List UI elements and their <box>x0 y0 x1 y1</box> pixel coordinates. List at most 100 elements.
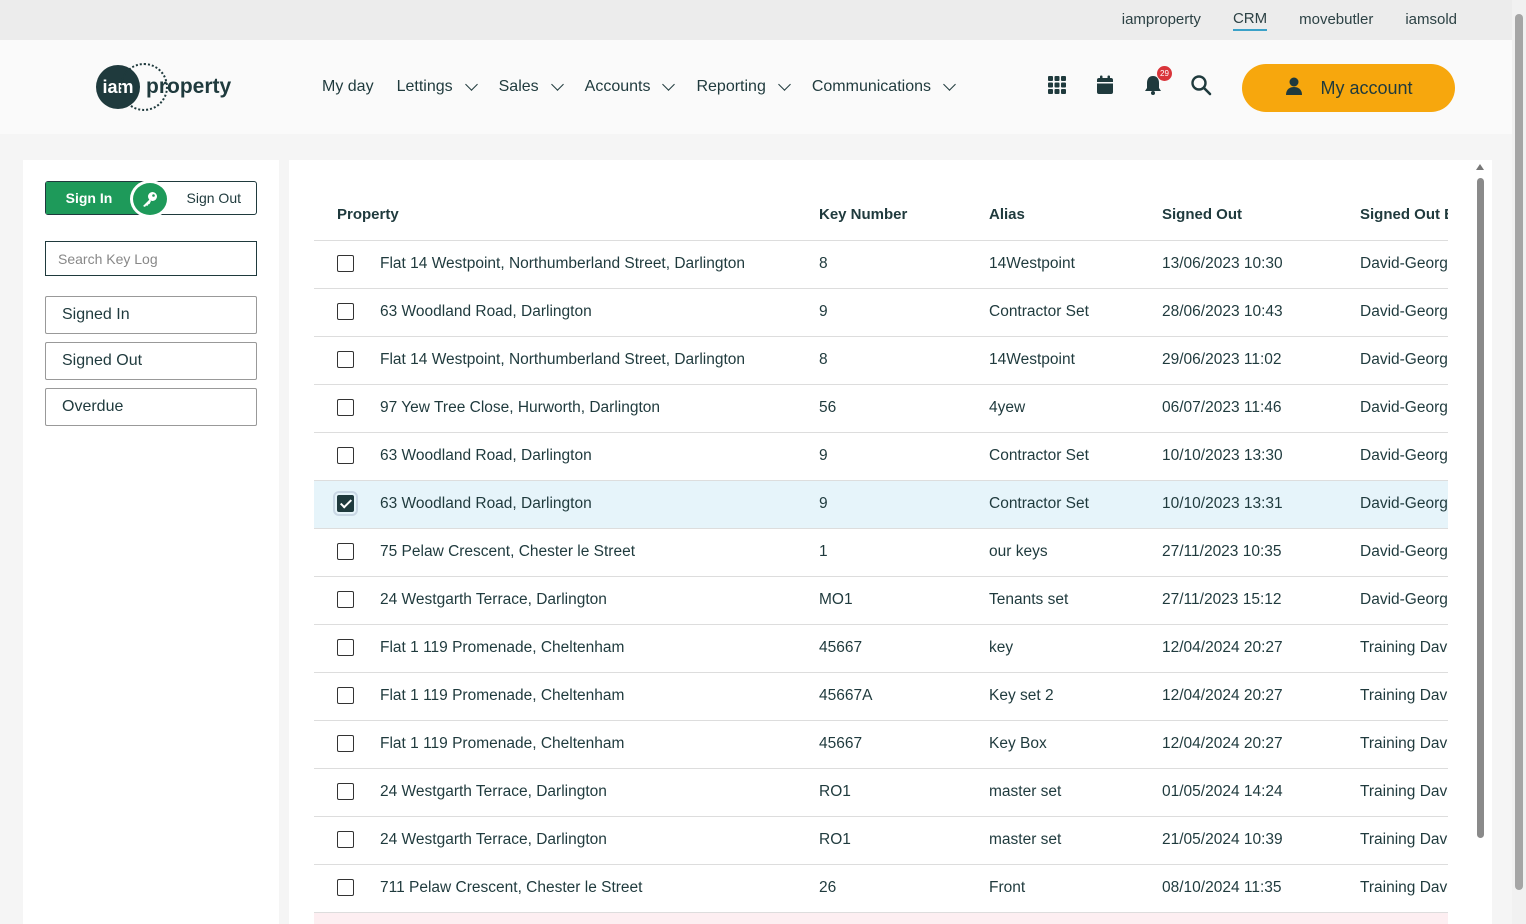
cell-signed-out: 12/04/2024 20:27 <box>1162 672 1360 721</box>
cell-key-number: MO1 <box>819 576 989 625</box>
column-header-signed-out[interactable]: Signed Out <box>1162 189 1360 241</box>
row-select-cell <box>314 384 380 433</box>
table-row[interactable]: 24 Westgarth Terrace, Darlington RO1 maste… <box>314 816 1448 865</box>
cell-key-number: 45667A <box>819 672 989 721</box>
row-checkbox[interactable] <box>333 491 358 517</box>
cell-signed-out: 08/10/2024 11:35 <box>1162 864 1360 913</box>
cell-signed-out: 06/07/2023 11:46 <box>1162 384 1360 433</box>
nav-lettings[interactable]: Lettings <box>396 78 478 96</box>
cell-alias: Front <box>989 864 1162 913</box>
key-log-filter-panel: Sign In Sign Out Signed In Signed Out Ov… <box>23 160 279 924</box>
row-checkbox[interactable] <box>337 639 354 657</box>
cell-property: 63 Woodland Road, Darlington <box>380 432 819 481</box>
row-select-cell <box>314 288 380 337</box>
cell-signed-out: 21/05/2024 10:39 <box>1162 816 1360 865</box>
main-header: iam property My day Lettings Sales Accou… <box>0 40 1512 134</box>
cell-key-number: 45667 <box>819 624 989 673</box>
row-select-cell <box>314 240 380 289</box>
page-scrollbar-thumb[interactable] <box>1515 14 1523 890</box>
nav-accounts[interactable]: Accounts <box>585 78 676 96</box>
column-header-alias[interactable]: Alias <box>989 189 1162 241</box>
row-checkbox[interactable] <box>337 879 354 897</box>
cell-key-number: 9 <box>819 288 989 337</box>
key-icon <box>130 180 170 218</box>
table-row[interactable]: Flat 1 119 Promenade, Cheltenham 45667 Key… <box>314 720 1448 769</box>
top-link-iamsold[interactable]: iamsold <box>1405 11 1457 30</box>
my-account-button[interactable]: My account <box>1242 64 1455 112</box>
row-select-cell <box>314 624 380 673</box>
column-header-property[interactable]: Property <box>314 189 819 241</box>
cell-property: 97 Yew Tree Close, Hurworth, Darlington <box>380 384 819 433</box>
filter-signed-in-button[interactable]: Signed In <box>45 296 257 334</box>
nav-my-day[interactable]: My day <box>322 78 374 96</box>
cell-alias: our keys <box>989 528 1162 577</box>
nav-label: Lettings <box>396 78 453 95</box>
row-checkbox[interactable] <box>337 255 354 273</box>
table-row[interactable]: 75 Pelaw Crescent, Chester le Street 1 our… <box>314 528 1448 577</box>
row-checkbox[interactable] <box>337 783 354 801</box>
row-checkbox[interactable] <box>337 399 354 417</box>
cell-alias: Contractor Set <box>989 288 1162 337</box>
scroll-up-arrow-icon[interactable] <box>1476 164 1484 170</box>
top-link-iamproperty[interactable]: iamproperty <box>1122 11 1201 30</box>
filter-overdue-button[interactable]: Overdue <box>45 388 257 426</box>
search-key-log-input[interactable] <box>45 241 257 276</box>
row-select-cell <box>314 864 380 913</box>
my-account-label: My account <box>1320 77 1413 98</box>
cell-property: Flat 14 Westpoint, Northumberland Street… <box>380 336 819 385</box>
table-header-row: Property Key Number Alias Signed Out Sig… <box>314 189 1448 241</box>
top-link-crm[interactable]: CRM <box>1232 10 1268 31</box>
top-link-movebutler[interactable]: movebutler <box>1299 11 1373 30</box>
table-scrollbar[interactable] <box>1476 160 1485 924</box>
table-row[interactable]: 63 Woodland Road, Darlington 9 Contractor … <box>314 480 1448 529</box>
row-checkbox[interactable] <box>337 591 354 609</box>
row-checkbox[interactable] <box>337 831 354 849</box>
nav-reporting[interactable]: Reporting <box>696 78 791 96</box>
table-scrollbar-thumb[interactable] <box>1477 178 1484 838</box>
column-header-key-number[interactable]: Key Number <box>819 189 989 241</box>
nav-communications[interactable]: Communications <box>811 78 956 96</box>
table-row[interactable]: 97 Yew Tree Close, Hurworth, Darlington 5… <box>314 384 1448 433</box>
apps-grid-icon[interactable] <box>1046 74 1068 96</box>
table-row[interactable]: 711 Pelaw Crescent, Chester le Street 26 F… <box>314 864 1448 913</box>
table-row[interactable]: 63 Woodland Road, Darlington 9 Contractor … <box>314 288 1448 337</box>
nav-sales[interactable]: Sales <box>499 78 564 96</box>
cell-signed-out-by: David-George <box>1360 288 1448 337</box>
cell-signed-out: 27/11/2023 10:35 <box>1162 528 1360 577</box>
notification-badge: 29 <box>1157 66 1172 81</box>
row-checkbox[interactable] <box>337 543 354 561</box>
table-row[interactable]: Flat 1 119 Promenade, Cheltenham 45667 key… <box>314 624 1448 673</box>
column-header-signed-out-by[interactable]: Signed Out By <box>1360 189 1448 241</box>
nav-label: Communications <box>811 78 931 95</box>
table-row[interactable]: 24 Westgarth Terrace, Darlington RO1 maste… <box>314 768 1448 817</box>
sign-in-out-toggle[interactable]: Sign In Sign Out <box>45 180 257 218</box>
table-row[interactable]: 24 Westgarth Terrace, Darlington MO1 Tenan… <box>314 576 1448 625</box>
cell-signed-out: 27/11/2023 15:12 <box>1162 576 1360 625</box>
cell-key-number: 56 <box>819 384 989 433</box>
row-checkbox[interactable] <box>337 447 354 465</box>
row-checkbox[interactable] <box>337 303 354 321</box>
cell-signed-out-by: Training Dave <box>1360 816 1448 865</box>
page-scrollbar[interactable] <box>1512 0 1526 924</box>
logo[interactable]: iam property <box>96 63 231 111</box>
table-row[interactable]: 63 Woodland Road, Darlington 9 Contractor … <box>314 432 1448 481</box>
chevron-down-icon <box>662 78 676 91</box>
cell-key-number: 9 <box>819 432 989 481</box>
table-row[interactable]: Flat 14 Westpoint, Northumberland Street… <box>314 240 1448 289</box>
row-checkbox[interactable] <box>337 351 354 369</box>
bell-icon[interactable]: 29 <box>1142 66 1172 96</box>
cell-key-number: 26 <box>819 864 989 913</box>
table-row[interactable]: Flat 1 119 Promenade, Cheltenham 45667A Ke… <box>314 672 1448 721</box>
cell-signed-out: 12/04/2024 20:27 <box>1162 720 1360 769</box>
filter-signed-out-button[interactable]: Signed Out <box>45 342 257 380</box>
cell-property: 24 Westgarth Terrace, Darlington <box>380 576 819 625</box>
cell-signed-out: 01/05/2024 14:24 <box>1162 768 1360 817</box>
row-checkbox[interactable] <box>337 687 354 705</box>
cell-property: 24 Westgarth Terrace, Darlington <box>380 768 819 817</box>
row-checkbox[interactable] <box>337 735 354 753</box>
table-row[interactable]: Flat 14 Westpoint, Northumberland Street… <box>314 336 1448 385</box>
cell-property: 63 Woodland Road, Darlington <box>380 480 819 529</box>
cell-alias: Contractor Set <box>989 480 1162 529</box>
calendar-icon[interactable] <box>1094 74 1116 96</box>
search-icon[interactable] <box>1190 74 1212 96</box>
